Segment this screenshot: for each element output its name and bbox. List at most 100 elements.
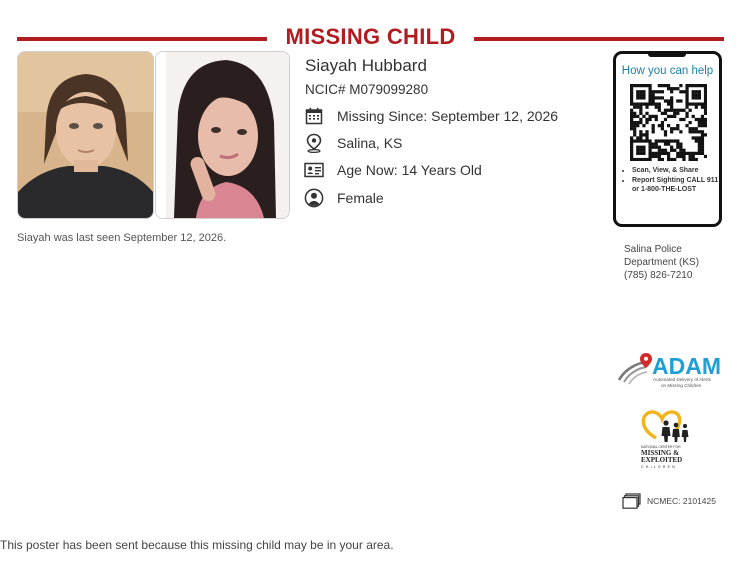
qr-module [651, 99, 655, 103]
qr-code[interactable] [630, 84, 707, 161]
qr-module [670, 145, 674, 149]
location-row: Salina, KS [304, 133, 402, 153]
qr-module [651, 154, 655, 159]
qr-module [679, 84, 683, 88]
qr-module [642, 93, 646, 97]
qr-module [660, 139, 665, 143]
qr-module [666, 84, 671, 88]
qr-module [666, 124, 671, 128]
age-text: Age Now: 14 Years Old [337, 162, 482, 178]
qr-module [657, 154, 661, 159]
qr-module [645, 105, 649, 109]
qr-module [645, 139, 649, 143]
qr-module [682, 90, 686, 94]
qr-module [700, 136, 705, 140]
qr-module [642, 96, 646, 100]
qr-module [676, 154, 680, 159]
qr-module [648, 102, 652, 106]
qr-module [691, 93, 695, 97]
qr-module [694, 127, 698, 131]
qr-module [642, 124, 646, 128]
qr-module [700, 151, 705, 155]
qr-module [639, 96, 643, 100]
qr-module [703, 154, 707, 159]
qr-module [639, 102, 643, 106]
qr-module [636, 84, 640, 88]
qr-module [633, 139, 637, 143]
qr-module [697, 93, 701, 97]
qr-module [639, 90, 643, 94]
qr-module [666, 139, 671, 143]
qr-module [630, 139, 634, 143]
help-phone-card: How you can help Scan, View, & Share Rep… [613, 51, 722, 227]
qr-module [648, 151, 652, 155]
qr-module [703, 124, 707, 128]
qr-module [688, 154, 692, 159]
qr-module [639, 84, 643, 88]
qr-module [639, 108, 643, 112]
qr-module [630, 117, 634, 122]
qr-module [660, 124, 665, 128]
qr-module [676, 108, 680, 112]
qr-module [688, 130, 692, 134]
qr-module [651, 114, 655, 119]
qr-module [633, 157, 637, 161]
qr-module [703, 105, 707, 109]
person-icon [304, 188, 324, 208]
qr-module [639, 139, 643, 143]
child-name: Siayah Hubbard [305, 56, 427, 75]
header-rule-left [17, 37, 267, 41]
qr-module [651, 145, 655, 149]
qr-module [694, 90, 698, 94]
qr-module [639, 157, 643, 161]
agency-name-line2: Department (KS) [624, 257, 700, 268]
qr-module [676, 145, 680, 149]
qr-module [660, 111, 665, 115]
qr-module [673, 111, 677, 115]
qr-module [630, 99, 634, 103]
qr-module [700, 117, 705, 122]
agency-phone: (785) 826-7210 [624, 270, 693, 281]
qr-module [697, 145, 701, 149]
qr-module [694, 93, 698, 97]
qr-module [642, 145, 646, 149]
qr-module [660, 96, 665, 100]
qr-module [688, 102, 692, 106]
help-heading: How you can help [621, 65, 714, 77]
qr-module [697, 102, 701, 106]
qr-module [670, 130, 674, 134]
qr-module [648, 93, 652, 97]
qr-module [654, 102, 658, 106]
child-photo-2 [155, 51, 290, 219]
qr-module [636, 139, 640, 143]
qr-module [639, 148, 643, 152]
qr-module [697, 96, 701, 100]
qr-module [654, 90, 658, 94]
qr-module [673, 139, 677, 143]
qr-module [654, 117, 658, 122]
qr-module [685, 87, 689, 91]
qr-module [636, 105, 640, 109]
adam-word: ADAM [652, 353, 721, 379]
qr-module [648, 145, 652, 149]
qr-module [676, 151, 680, 155]
qr-module [639, 93, 643, 97]
qr-module [645, 133, 649, 137]
qr-module [670, 148, 674, 152]
qr-module [697, 142, 701, 146]
qr-module [691, 154, 695, 159]
qr-module [642, 151, 646, 155]
qr-module [694, 136, 698, 140]
qr-module [642, 133, 646, 137]
qr-module [685, 105, 689, 109]
qr-module [694, 117, 698, 122]
qr-module [685, 114, 689, 119]
qr-module [685, 99, 689, 103]
qr-module [660, 120, 665, 125]
qr-module [682, 117, 686, 122]
qr-module [663, 130, 668, 134]
qr-module [657, 90, 661, 94]
qr-module [688, 127, 692, 131]
qr-module [654, 142, 658, 146]
qr-module [633, 105, 637, 109]
